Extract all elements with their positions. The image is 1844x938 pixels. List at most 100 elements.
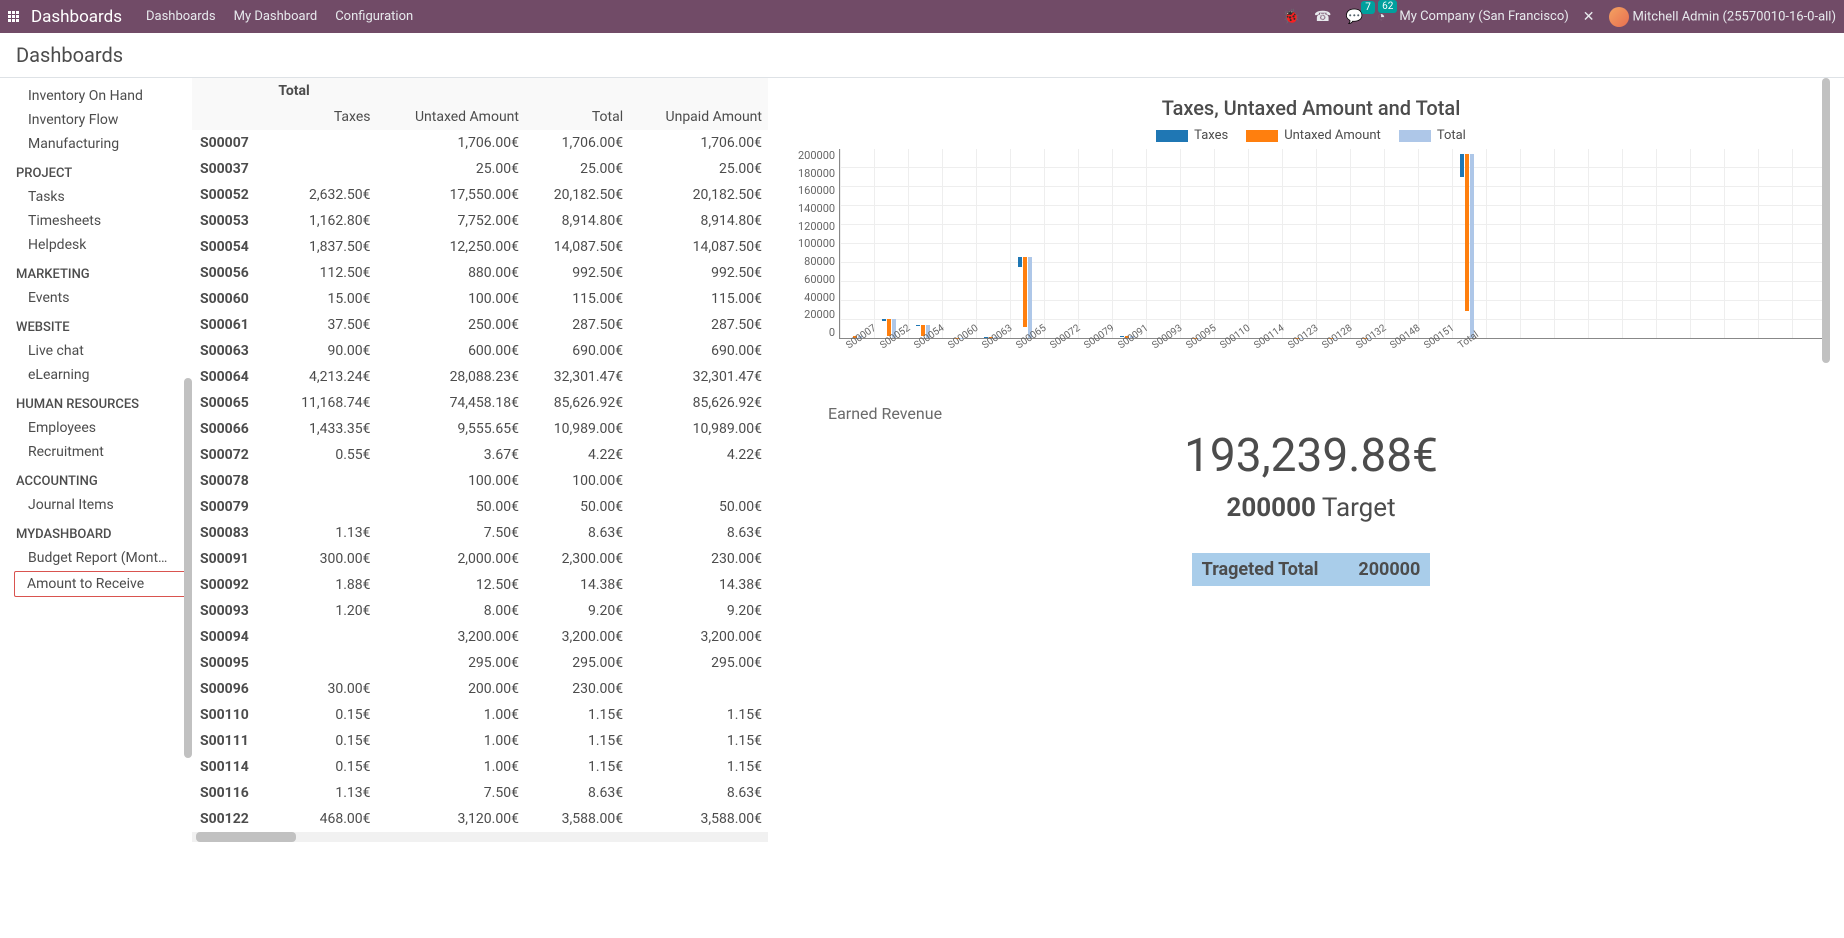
activity-icon[interactable]: ◔62 xyxy=(1377,8,1385,25)
row-header[interactable]: S00053 xyxy=(192,208,272,234)
sb-item[interactable]: eLearning xyxy=(0,363,192,387)
conversations-icon[interactable]: 💬7 xyxy=(1345,9,1362,25)
scrollbar-thumb[interactable] xyxy=(184,378,192,758)
content-scrollbar[interactable] xyxy=(1822,78,1830,363)
apps-icon[interactable] xyxy=(8,11,19,22)
row-header[interactable]: S00095 xyxy=(192,650,272,676)
row-header[interactable]: S00066 xyxy=(192,416,272,442)
company-switcher[interactable]: My Company (San Francisco) xyxy=(1399,9,1568,24)
table-row[interactable]: S00056112.50€880.00€992.50€992.50€ xyxy=(192,260,768,286)
row-header[interactable]: S00114 xyxy=(192,754,272,780)
table-row[interactable]: S000831.13€7.50€8.63€8.63€ xyxy=(192,520,768,546)
sb-item[interactable]: Amount to Receive xyxy=(14,571,190,597)
table-row[interactable]: S000531,162.80€7,752.00€8,914.80€8,914.8… xyxy=(192,208,768,234)
table-row[interactable]: S001140.15€1.00€1.15€1.15€ xyxy=(192,754,768,780)
table-row[interactable]: S000720.55€3.67€4.22€4.22€ xyxy=(192,442,768,468)
sb-item[interactable]: Inventory Flow xyxy=(0,108,192,132)
row-header[interactable]: S00091 xyxy=(192,546,272,572)
cell: 600.00€ xyxy=(377,338,525,364)
row-header[interactable]: S00096 xyxy=(192,676,272,702)
row-header[interactable]: S00054 xyxy=(192,234,272,260)
row-header[interactable]: S00083 xyxy=(192,520,272,546)
y-tick: 160000 xyxy=(798,184,835,197)
table-row[interactable]: S000661,433.35€9,555.65€10,989.00€10,989… xyxy=(192,416,768,442)
legend-item[interactable]: Taxes xyxy=(1156,128,1228,143)
tools-icon[interactable]: ✕ xyxy=(1583,9,1595,25)
sb-item[interactable]: Helpdesk xyxy=(0,233,192,257)
table-row[interactable]: S000644,213.24€28,088.23€32,301.47€32,30… xyxy=(192,364,768,390)
table-row[interactable]: S00078100.00€100.00€ xyxy=(192,468,768,494)
table-row[interactable]: S000522,632.50€17,550.00€20,182.50€20,18… xyxy=(192,182,768,208)
cell: 25.00€ xyxy=(629,156,768,182)
sb-item[interactable]: Recruitment xyxy=(0,440,192,464)
legend-item[interactable]: Total xyxy=(1399,128,1466,143)
col-header[interactable]: Untaxed Amount xyxy=(377,104,525,130)
row-header[interactable]: S00063 xyxy=(192,338,272,364)
support-icon[interactable]: ☎ xyxy=(1314,9,1331,25)
sb-item[interactable]: Journal Items xyxy=(0,493,192,517)
sb-item[interactable]: Inventory On Hand xyxy=(0,84,192,108)
table-row[interactable]: S0006015.00€100.00€115.00€115.00€ xyxy=(192,286,768,312)
table-row[interactable]: S00095295.00€295.00€295.00€ xyxy=(192,650,768,676)
row-header[interactable]: S00056 xyxy=(192,260,272,286)
row-header[interactable]: S00072 xyxy=(192,442,272,468)
user-menu[interactable]: Mitchell Admin (25570010-16-0-all) xyxy=(1609,7,1836,27)
col-header[interactable]: Unpaid Amount xyxy=(629,104,768,130)
table-row[interactable]: S0006137.50€250.00€287.50€287.50€ xyxy=(192,312,768,338)
table-row[interactable]: S000931.20€8.00€9.20€9.20€ xyxy=(192,598,768,624)
cell: 4,213.24€ xyxy=(272,364,376,390)
table-row[interactable]: S001110.15€1.00€1.15€1.15€ xyxy=(192,728,768,754)
table-row[interactable]: S0003725.00€25.00€25.00€ xyxy=(192,156,768,182)
row-header[interactable]: S00093 xyxy=(192,598,272,624)
cell: 1.15€ xyxy=(525,754,629,780)
col-header[interactable]: Taxes xyxy=(272,104,376,130)
sb-item[interactable]: Employees xyxy=(0,416,192,440)
debug-icon[interactable]: 🐞 xyxy=(1283,9,1300,25)
row-header[interactable]: S00060 xyxy=(192,286,272,312)
sb-item[interactable]: Tasks xyxy=(0,185,192,209)
table-row[interactable]: S000921.88€12.50€14.38€14.38€ xyxy=(192,572,768,598)
row-header[interactable]: S00116 xyxy=(192,780,272,806)
table-row[interactable]: S0006511,168.74€74,458.18€85,626.92€85,6… xyxy=(192,390,768,416)
row-header[interactable]: S00094 xyxy=(192,624,272,650)
table-row[interactable]: S000071,706.00€1,706.00€1,706.00€ xyxy=(192,130,768,156)
sb-item[interactable]: Budget Report (Mont… xyxy=(0,546,192,570)
table-row[interactable]: S00091300.00€2,000.00€2,300.00€230.00€ xyxy=(192,546,768,572)
cell: 28,088.23€ xyxy=(377,364,525,390)
nav-my-dashboard[interactable]: My Dashboard xyxy=(234,9,318,24)
row-header[interactable]: S00079 xyxy=(192,494,272,520)
row-header[interactable]: S00061 xyxy=(192,312,272,338)
col-header[interactable]: Total xyxy=(525,104,629,130)
cell: 12.50€ xyxy=(377,572,525,598)
row-header[interactable]: S00111 xyxy=(192,728,272,754)
col-group-total[interactable]: Total xyxy=(272,78,768,104)
row-header[interactable]: S00065 xyxy=(192,390,272,416)
row-header[interactable]: S00078 xyxy=(192,468,272,494)
table-row[interactable]: S0007950.00€50.00€50.00€ xyxy=(192,494,768,520)
sb-item[interactable]: Live chat xyxy=(0,339,192,363)
sb-item[interactable]: Timesheets xyxy=(0,209,192,233)
row-header[interactable]: S00110 xyxy=(192,702,272,728)
row-header[interactable]: S00052 xyxy=(192,182,272,208)
sb-item[interactable]: Manufacturing xyxy=(0,132,192,156)
table-row[interactable]: S00122468.00€3,120.00€3,588.00€3,588.00€ xyxy=(192,806,768,832)
row-header[interactable]: S00064 xyxy=(192,364,272,390)
row-header[interactable]: S00122 xyxy=(192,806,272,832)
h-scroll-thumb[interactable] xyxy=(196,832,296,842)
row-header[interactable]: S00007 xyxy=(192,130,272,156)
cell xyxy=(272,468,376,494)
table-row[interactable]: S001100.15€1.00€1.15€1.15€ xyxy=(192,702,768,728)
nav-configuration[interactable]: Configuration xyxy=(335,9,413,24)
table-row[interactable]: S0006390.00€600.00€690.00€690.00€ xyxy=(192,338,768,364)
nav-dashboards[interactable]: Dashboards xyxy=(146,9,216,24)
table-row[interactable]: S000541,837.50€12,250.00€14,087.50€14,08… xyxy=(192,234,768,260)
horizontal-scrollbar[interactable] xyxy=(192,832,768,842)
row-header[interactable]: S00037 xyxy=(192,156,272,182)
sb-item[interactable]: Events xyxy=(0,286,192,310)
table-row[interactable]: S000943,200.00€3,200.00€3,200.00€ xyxy=(192,624,768,650)
cell: 2,000.00€ xyxy=(377,546,525,572)
table-row[interactable]: S001161.13€7.50€8.63€8.63€ xyxy=(192,780,768,806)
legend-item[interactable]: Untaxed Amount xyxy=(1246,128,1381,143)
table-row[interactable]: S0009630.00€200.00€230.00€ xyxy=(192,676,768,702)
row-header[interactable]: S00092 xyxy=(192,572,272,598)
